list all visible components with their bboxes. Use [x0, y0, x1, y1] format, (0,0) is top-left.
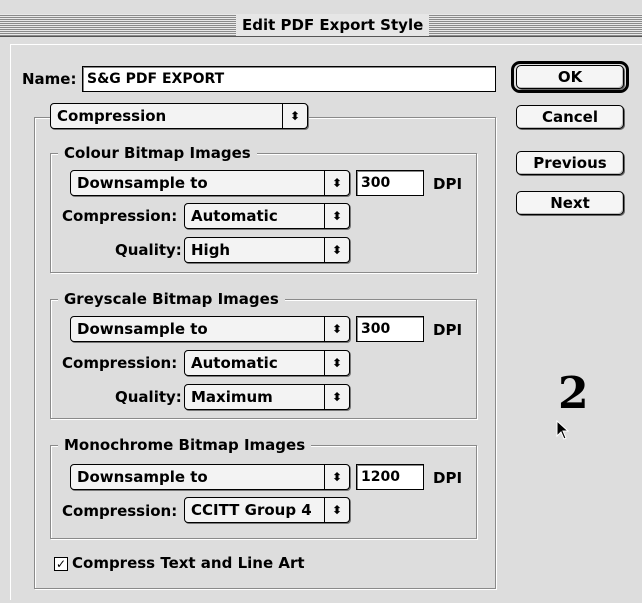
greyscale-downsample-value: Downsample to	[77, 320, 208, 338]
greyscale-downsample-popup[interactable]: Downsample to ⬍	[70, 316, 350, 342]
greyscale-compression-label: Compression:	[62, 354, 178, 372]
colour-quality-label: Quality:	[115, 241, 182, 259]
monochrome-dpi-label: DPI	[433, 469, 463, 487]
edit-pdf-export-style-dialog: Edit PDF Export Style Name: S&G PDF EXPO…	[0, 0, 642, 603]
cancel-button[interactable]: Cancel	[516, 105, 624, 129]
greyscale-quality-value: Maximum	[191, 388, 273, 406]
monochrome-downsample-popup[interactable]: Downsample to ⬍	[70, 464, 350, 490]
colour-downsample-popup[interactable]: Downsample to ⬍	[70, 170, 350, 196]
monochrome-compression-value: CCITT Group 4	[191, 501, 312, 519]
greyscale-compression-value: Automatic	[191, 354, 278, 372]
compress-text-checkbox[interactable]: ✓	[54, 557, 68, 571]
monochrome-dpi-field[interactable]: 1200	[356, 464, 424, 490]
colour-compression-label: Compression:	[62, 207, 178, 225]
monochrome-compression-popup[interactable]: CCITT Group 4 ⬍	[184, 497, 350, 523]
colour-quality-value: High	[191, 241, 231, 259]
greyscale-compression-popup[interactable]: Automatic ⬍	[184, 350, 350, 376]
popup-arrows-icon: ⬍	[324, 238, 349, 262]
popup-arrows-icon: ⬍	[324, 385, 349, 409]
monochrome-compression-label: Compression:	[62, 502, 178, 520]
colour-quality-popup[interactable]: High ⬍	[184, 237, 350, 263]
greyscale-quality-label: Quality:	[115, 388, 182, 406]
popup-arrows-icon: ⬍	[324, 171, 349, 195]
popup-arrows-icon: ⬍	[324, 317, 349, 341]
section-popup-value: Compression	[57, 107, 167, 125]
greyscale-dpi-field[interactable]: 300	[356, 316, 424, 342]
colour-dpi-field[interactable]: 300	[356, 170, 424, 196]
name-field[interactable]: S&G PDF EXPORT	[82, 66, 496, 92]
colour-compression-popup[interactable]: Automatic ⬍	[184, 203, 350, 229]
popup-arrows-icon: ⬍	[324, 465, 349, 489]
greyscale-quality-popup[interactable]: Maximum ⬍	[184, 384, 350, 410]
arrow-cursor-icon	[556, 420, 570, 440]
name-label: Name:	[22, 70, 77, 88]
colour-downsample-value: Downsample to	[77, 174, 208, 192]
previous-button[interactable]: Previous	[516, 151, 624, 175]
popup-arrows-icon: ⬍	[324, 498, 349, 522]
monochrome-downsample-value: Downsample to	[77, 468, 208, 486]
colour-group-title: Colour Bitmap Images	[58, 144, 257, 162]
section-popup[interactable]: Compression ⬍	[50, 103, 308, 129]
annotation-number: 2	[558, 368, 589, 419]
ok-button[interactable]: OK	[516, 65, 624, 89]
popup-arrows-icon: ⬍	[324, 204, 349, 228]
window-title: Edit PDF Export Style	[236, 14, 430, 36]
colour-compression-value: Automatic	[191, 207, 278, 225]
popup-arrows-icon: ⬍	[324, 351, 349, 375]
popup-arrows-icon: ⬍	[282, 104, 307, 128]
monochrome-bitmap-group	[50, 445, 477, 539]
greyscale-group-title: Greyscale Bitmap Images	[58, 290, 285, 308]
next-button[interactable]: Next	[516, 191, 624, 215]
compress-text-label[interactable]: Compress Text and Line Art	[72, 554, 305, 572]
colour-dpi-label: DPI	[433, 175, 463, 193]
greyscale-dpi-label: DPI	[433, 321, 463, 339]
monochrome-group-title: Monochrome Bitmap Images	[58, 436, 312, 454]
